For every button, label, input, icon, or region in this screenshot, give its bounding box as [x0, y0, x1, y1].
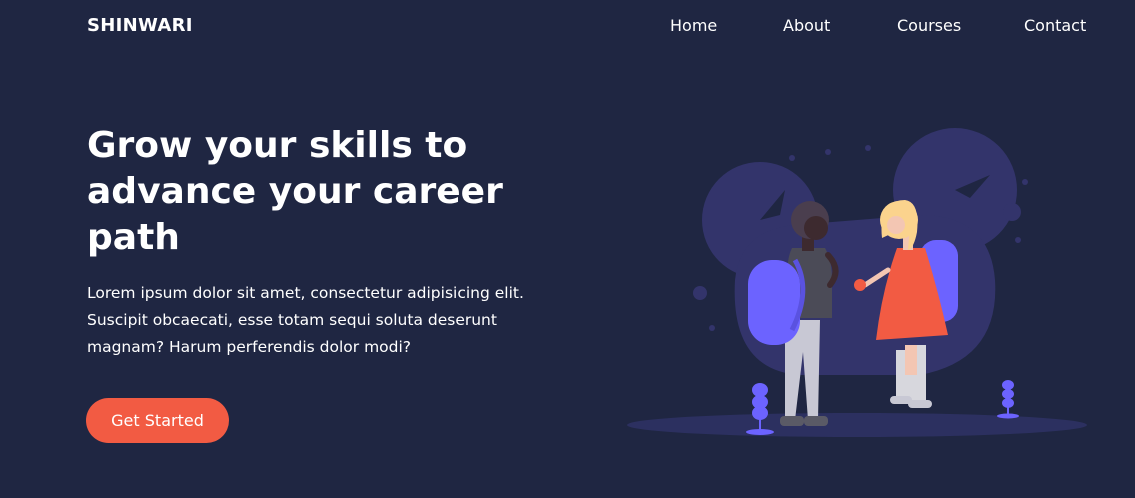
students-with-backpacks-illustration [627, 128, 1087, 437]
hero-description: Lorem ipsum dolor sit amet, consectetur … [87, 284, 524, 356]
get-started-button[interactable]: Get Started [86, 398, 229, 443]
right-plant [997, 380, 1019, 419]
nav-link-about[interactable]: About [783, 16, 830, 35]
nav-link-home[interactable]: Home [670, 16, 717, 35]
navbar: SHINWARI Home About Courses Contact [0, 0, 1135, 52]
nav-link-contact[interactable]: Contact [1024, 16, 1086, 35]
nav-links: Home About Courses Contact [0, 16, 1135, 38]
nav-link-courses[interactable]: Courses [897, 16, 961, 35]
background-blobs [693, 128, 1028, 375]
hero-title: Grow your skills to advance your career … [87, 125, 503, 258]
